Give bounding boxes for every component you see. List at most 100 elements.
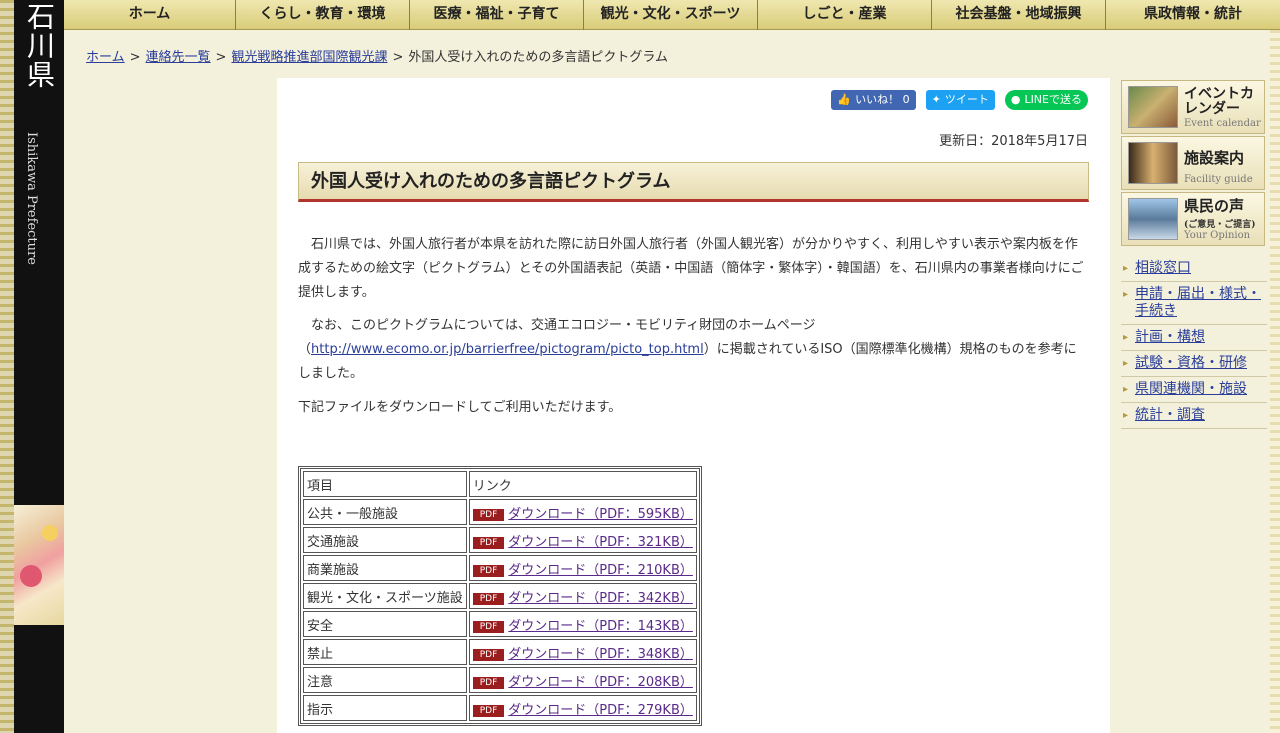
breadcrumb-separator: > [392,50,404,65]
row-item: 観光・文化・スポーツ施設 [303,583,467,609]
like-label: いいね！ 0 [855,93,910,106]
download-link[interactable]: ダウンロード（PDF：348KB） [508,647,693,662]
ecomo-link[interactable]: http://www.ecomo.or.jp/barrierfree/picto… [311,342,704,357]
nav-infrastructure-regional[interactable]: 社会基盤・地域振興 [932,0,1106,30]
banner-title: イベントカレンダー [1184,86,1254,117]
table-row: 安全 PDF ダウンロード（PDF：143KB） [303,611,697,637]
side-link[interactable]: 相談窓口 [1135,260,1191,276]
row-link-cell: PDF ダウンロード（PDF：321KB） [468,527,697,553]
quick-links: 相談窓口 申請・届出・様式・手続き 計画・構想 試験・資格・研修 県関連機関・施… [1121,256,1267,429]
event-photo [1128,86,1178,128]
nav-prefecture-info-statistics[interactable]: 県政情報・統計 [1106,0,1280,30]
breadcrumb-separator: > [129,50,141,65]
row-item: 指示 [303,695,467,721]
pdf-icon: PDF [472,592,505,605]
decorative-pattern [0,0,14,733]
banner-title: 県民の声 [1184,197,1245,215]
breadcrumb-contacts[interactable]: 連絡先一覧 [146,50,211,65]
banner-note: (ご意見・ご提言) [1184,220,1256,230]
row-link-cell: PDF ダウンロード（PDF：342KB） [468,583,697,609]
nav-living-education-environment[interactable]: くらし・教育・環境 [236,0,410,30]
side-link-agencies: 県関連機関・施設 [1121,377,1267,403]
nav-work-industry[interactable]: しごと・産業 [758,0,932,30]
pdf-icon: PDF [472,536,505,549]
download-link[interactable]: ダウンロード（PDF：321KB） [508,535,693,550]
table-row: 禁止 PDF ダウンロード（PDF：348KB） [303,639,697,665]
line-icon: ● [1010,93,1021,106]
row-link-cell: PDF ダウンロード（PDF：210KB） [468,555,697,581]
facility-guide-banner[interactable]: 施設案内 Facility guide [1121,136,1265,190]
download-link[interactable]: ダウンロード（PDF：595KB） [508,507,693,522]
download-instruction: 下記ファイルをダウンロードしてご利用いただけます。 [298,400,622,415]
row-link-cell: PDF ダウンロード（PDF：348KB） [468,639,697,665]
citizens-voice-banner[interactable]: 県民の声 (ご意見・ご提言) Your Opinion [1121,192,1265,246]
row-item: 安全 [303,611,467,637]
pdf-icon: PDF [472,704,505,717]
table-row: 指示 PDF ダウンロード（PDF：279KB） [303,695,697,721]
line-share-button[interactable]: ● LINEで送る [1004,90,1088,110]
download-link[interactable]: ダウンロード（PDF：279KB） [508,703,693,718]
pdf-icon: PDF [472,676,505,689]
line-label: LINEで送る [1024,93,1082,106]
prefecture-sidebar: 石川県 Ishikawa Prefecture [0,0,64,733]
breadcrumb-department[interactable]: 観光戦略推進部国際観光課 [231,50,387,65]
event-calendar-banner[interactable]: イベントカレンダー Event calendar [1121,80,1265,134]
flower-decoration [14,505,64,625]
side-link[interactable]: 県関連機関・施設 [1135,381,1247,397]
row-item: 公共・一般施設 [303,499,467,525]
banner-subtitle: Facility guide [1184,174,1253,185]
row-link-cell: PDF ダウンロード（PDF：143KB） [468,611,697,637]
side-link[interactable]: 統計・調査 [1135,407,1205,423]
breadcrumb-home[interactable]: ホーム [86,50,125,65]
thumbs-up-icon: 👍 [837,93,852,106]
side-link[interactable]: 計画・構想 [1135,329,1205,345]
download-link[interactable]: ダウンロード（PDF：208KB） [508,675,693,690]
header-link: リンク [468,471,697,497]
download-link[interactable]: ダウンロード（PDF：342KB） [508,591,693,606]
breadcrumb-separator: > [215,50,227,65]
page-title: 外国人受け入れのための多言語ピクトグラム [298,162,1089,202]
nav-home[interactable]: ホーム [64,0,236,30]
download-table: 項目 リンク 公共・一般施設 PDF ダウンロード（PDF：595KB） 交通施設… [298,466,702,726]
prefecture-name-english: Ishikawa Prefecture [24,132,39,265]
pdf-icon: PDF [472,648,505,661]
row-item: 注意 [303,667,467,693]
side-link-applications: 申請・届出・様式・手続き [1121,282,1267,325]
side-link-exams: 試験・資格・研修 [1121,351,1267,377]
intro-paragraph: 石川県では、外国人旅行者が本県を訪れた際に訪日外国人旅行者（外国人観光客）が分か… [298,237,1084,300]
table-row: 観光・文化・スポーツ施設 PDF ダウンロード（PDF：342KB） [303,583,697,609]
side-link[interactable]: 試験・資格・研修 [1135,355,1247,371]
side-link-plans: 計画・構想 [1121,325,1267,351]
row-link-cell: PDF ダウンロード（PDF：595KB） [468,499,697,525]
updated-date: 更新日：2018年5月17日 [939,134,1088,149]
download-link[interactable]: ダウンロード（PDF：143KB） [508,619,693,634]
side-link-consultation: 相談窓口 [1121,256,1267,282]
building-photo [1128,198,1178,240]
social-buttons: 👍 いいね！ 0 ✦ ツイート ● LINEで送る [831,90,1088,110]
side-link[interactable]: 申請・届出・様式・手続き [1135,286,1261,319]
download-link[interactable]: ダウンロード（PDF：210KB） [508,563,693,578]
pdf-icon: PDF [472,620,505,633]
facebook-like-button[interactable]: 👍 いいね！ 0 [831,90,916,110]
row-link-cell: PDF ダウンロード（PDF：208KB） [468,667,697,693]
tweet-label: ツイート [944,93,989,106]
row-item: 交通施設 [303,527,467,553]
table-row: 商業施設 PDF ダウンロード（PDF：210KB） [303,555,697,581]
row-item: 商業施設 [303,555,467,581]
banner-subtitle: Event calendar [1184,118,1261,129]
nav-tourism-culture-sports[interactable]: 観光・文化・スポーツ [584,0,758,30]
nav-medical-welfare-childcare[interactable]: 医療・福祉・子育て [410,0,584,30]
table-row: 交通施設 PDF ダウンロード（PDF：321KB） [303,527,697,553]
side-link-statistics: 統計・調査 [1121,403,1267,429]
banner-title: 施設案内 [1184,149,1245,167]
table-header-row: 項目 リンク [303,471,697,497]
pdf-icon: PDF [472,508,505,521]
table-row: 公共・一般施設 PDF ダウンロード（PDF：595KB） [303,499,697,525]
tweet-button[interactable]: ✦ ツイート [925,90,995,110]
main-content: 👍 いいね！ 0 ✦ ツイート ● LINEで送る 更新日：2018年5月17日… [277,78,1110,733]
table-row: 注意 PDF ダウンロード（PDF：208KB） [303,667,697,693]
prefecture-logo[interactable]: 石川県 [14,2,56,89]
reference-paragraph: なお、このピクトグラムについては、交通エコロジー・モビリティ財団のホームページ（… [298,314,1088,386]
facility-photo [1128,142,1178,184]
decorative-pattern [1270,30,1280,733]
